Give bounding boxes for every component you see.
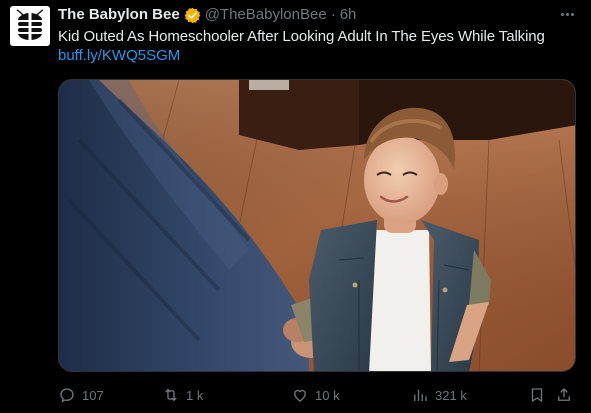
author-handle[interactable]: @TheBabylonBee	[205, 6, 327, 24]
views-count: 321 k	[435, 387, 467, 403]
bookmark-button[interactable]	[528, 386, 546, 404]
share-button[interactable]	[555, 386, 573, 404]
avatar[interactable]	[10, 6, 50, 46]
share-icon	[558, 388, 570, 401]
reply-icon	[60, 388, 74, 403]
reply-button[interactable]: 107	[58, 386, 104, 404]
tweet-text: Kid Outed As Homeschooler After Looking …	[58, 28, 545, 45]
heart-icon	[294, 389, 306, 402]
views-button[interactable]: 321 k	[411, 386, 467, 404]
retweet-count: 1 k	[186, 387, 204, 403]
tweet-actions-bar: 107 1 k 10 k 321 k	[58, 383, 576, 407]
timestamp[interactable]: 6h	[340, 6, 357, 24]
tweet-header: The Babylon Bee @TheBabylonBee · 6h	[58, 6, 356, 24]
babylon-bee-logo-icon	[14, 9, 46, 42]
reply-count: 107	[82, 387, 104, 403]
retweet-icon	[165, 388, 177, 402]
tweet-media-image[interactable]	[58, 79, 576, 372]
tweet-link[interactable]: buff.ly/KWQ5SGM	[58, 46, 180, 65]
separator-dot: ·	[330, 6, 336, 23]
like-button[interactable]: 10 k	[291, 386, 340, 404]
retweet-button[interactable]: 1 k	[162, 386, 203, 404]
bookmark-icon	[531, 388, 543, 403]
more-options-icon[interactable]	[557, 6, 577, 22]
display-name[interactable]: The Babylon Bee	[58, 6, 180, 24]
verified-badge-icon	[184, 7, 201, 24]
photo-boy-shaking-hands-icon	[59, 80, 575, 371]
like-count: 10 k	[315, 387, 340, 403]
tweet-card[interactable]: The Babylon Bee @TheBabylonBee · 6h Kid …	[0, 0, 591, 413]
views-icon	[414, 389, 427, 401]
